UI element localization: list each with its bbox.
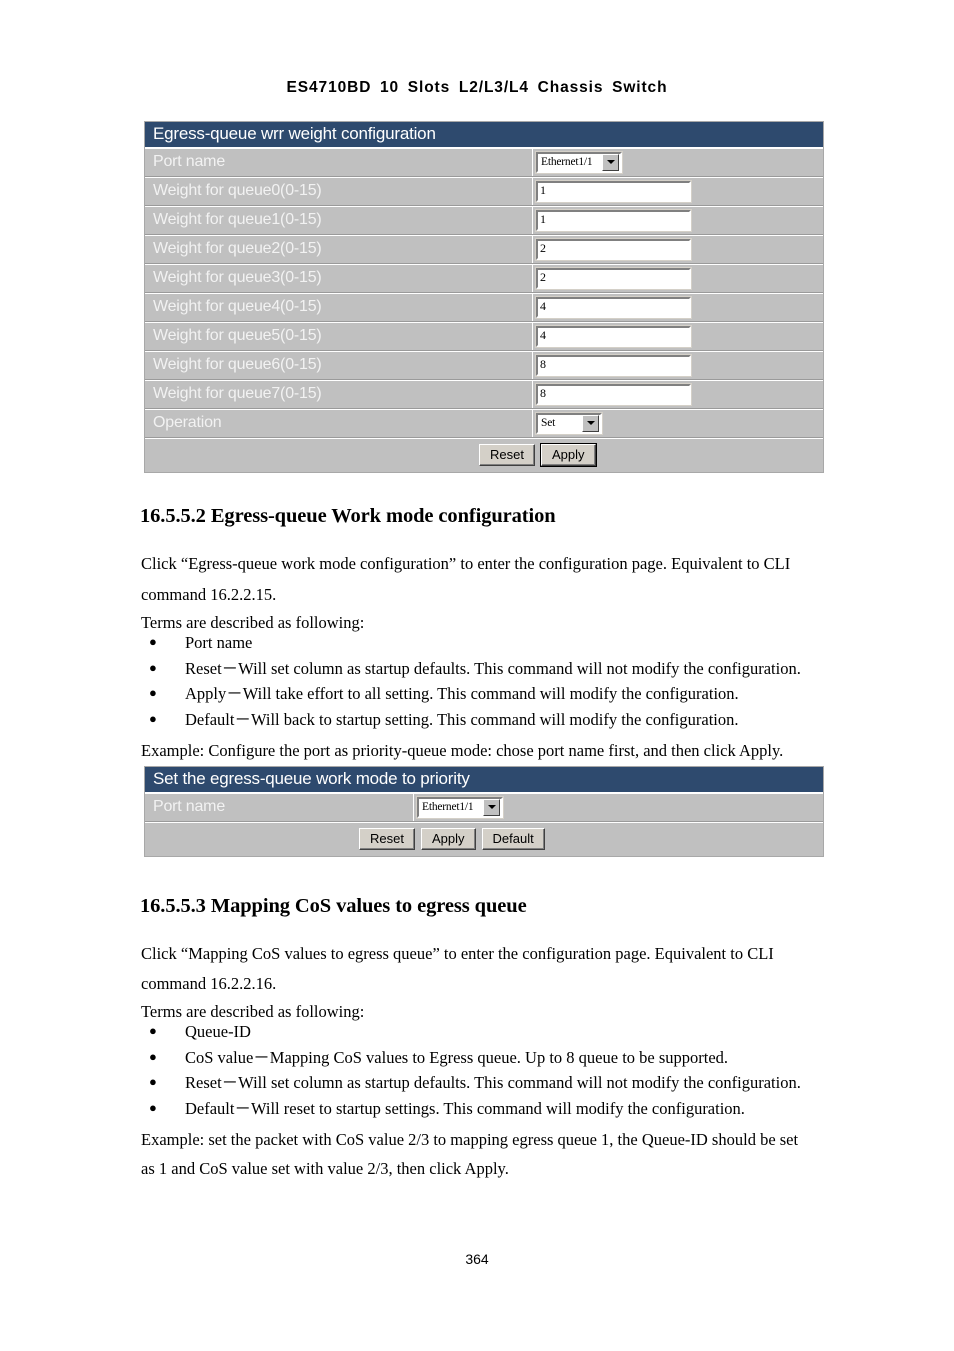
weight-queue0-input[interactable]: [535, 179, 692, 203]
list-item: Apply－Will take effort to all setting. T…: [141, 680, 831, 707]
operation-select[interactable]: Set: [535, 411, 603, 435]
list-item-text: Default－Will reset to startup settings. …: [185, 1098, 745, 1118]
chevron-down-icon[interactable]: [582, 414, 599, 432]
weight-queue7-input[interactable]: [535, 382, 692, 406]
workmode-button-bar: Reset Apply Default: [145, 821, 823, 856]
row-label-weight-queue5: Weight for queue5(0-15): [145, 322, 533, 350]
list-item: Reset－Will set column as startup default…: [141, 655, 831, 682]
row-label-weight-queue7: Weight for queue7(0-15): [145, 380, 533, 408]
row-label-weight-queue6: Weight for queue6(0-15): [145, 351, 533, 379]
list-item: Queue-ID: [141, 1018, 841, 1045]
table-row: Weight for queue4(0-15): [145, 292, 823, 322]
table-row: Weight for queue2(0-15): [145, 234, 823, 264]
table-row: Port name Ethernet1/1: [145, 792, 823, 822]
list-item-text: CoS value－Mapping CoS values to Egress q…: [185, 1047, 729, 1067]
row-value-weight-queue3: [533, 264, 823, 292]
row-value-weight-queue7: [533, 380, 823, 408]
row-value-port-name: Ethernet1/1: [414, 793, 823, 821]
list-item-text: Default－Will back to startup setting. Th…: [185, 709, 739, 729]
list-item: Port name: [141, 629, 831, 656]
list-item: Reset－Will set column as startup default…: [141, 1069, 841, 1096]
table-row: Weight for queue3(0-15): [145, 263, 823, 293]
egress-queue-work-mode-panel: Set the egress-queue work mode to priori…: [144, 766, 824, 857]
section-3-bullet-list: Queue-ID CoS value－Mapping CoS values to…: [141, 1018, 841, 1122]
list-item-text: Port name: [185, 633, 253, 652]
panel-title-workmode: Set the egress-queue work mode to priori…: [145, 767, 823, 793]
page-title-section-16-5-5-3: 16.5.5.3 Mapping CoS values to egress qu…: [140, 895, 527, 917]
section-2-intro-line-2: command 16.2.2.15.: [141, 585, 277, 604]
apply-button[interactable]: Apply: [420, 827, 476, 850]
section-3-example-line-2: as 1 and CoS value set with value 2/3, t…: [141, 1159, 509, 1178]
list-item: Default－Will reset to startup settings. …: [141, 1095, 841, 1122]
table-row: Weight for queue6(0-15): [145, 350, 823, 380]
list-item-text: Reset－Will set column as startup default…: [185, 1073, 801, 1092]
port-name-select-value: Ethernet1/1: [541, 156, 593, 169]
row-value-weight-queue5: [533, 322, 823, 350]
table-row: Weight for queue5(0-15): [145, 321, 823, 351]
row-label-weight-queue3: Weight for queue3(0-15): [145, 264, 533, 292]
weight-queue6-input[interactable]: [535, 353, 692, 377]
row-label-weight-queue4: Weight for queue4(0-15): [145, 293, 533, 321]
page-title-section-16-5-5-2: 16.5.5.2 Egress-queue Work mode configur…: [140, 505, 556, 527]
row-label-weight-queue2: Weight for queue2(0-15): [145, 235, 533, 263]
row-value-weight-queue6: [533, 351, 823, 379]
row-label-operation: Operation: [145, 409, 533, 437]
section-3-intro-line-1: Click “Mapping CoS values to egress queu…: [141, 944, 774, 963]
chevron-down-icon[interactable]: [602, 153, 619, 171]
table-row: Weight for queue0(0-15): [145, 176, 823, 206]
row-value-operation: Set: [533, 409, 823, 437]
weight-queue1-input[interactable]: [535, 208, 692, 232]
row-value-weight-queue0: [533, 177, 823, 205]
row-value-weight-queue2: [533, 235, 823, 263]
row-label-weight-queue1: Weight for queue1(0-15): [145, 206, 533, 234]
list-item-text: Reset－Will set column as startup default…: [185, 658, 801, 678]
table-row: Weight for queue1(0-15): [145, 205, 823, 235]
default-button[interactable]: Default: [481, 827, 545, 850]
row-label-port-name: Port name: [145, 793, 414, 821]
row-label-port-name: Port name: [145, 148, 533, 176]
table-row: Weight for queue7(0-15): [145, 379, 823, 409]
document-page: ES4710BD 10 Slots L2/L3/L4 Chassis Switc…: [0, 0, 954, 1351]
section-2-example: Example: Configure the port as priority-…: [141, 741, 784, 760]
reset-button[interactable]: Reset: [359, 827, 415, 850]
page-number: 364: [465, 1251, 489, 1267]
wrr-button-bar: Reset Apply: [145, 437, 823, 472]
section-3-example-line-1: Example: set the packet with CoS value 2…: [141, 1130, 799, 1149]
table-row: Operation Set: [145, 408, 823, 438]
chevron-down-icon[interactable]: [483, 798, 500, 816]
operation-select-value: Set: [541, 417, 556, 430]
row-value-weight-queue1: [533, 206, 823, 234]
running-header: ES4710BD 10 Slots L2/L3/L4 Chassis Switc…: [286, 79, 668, 96]
row-value-port-name: Ethernet1/1: [533, 148, 823, 176]
section-2-bullet-list: Port name Reset－Will set column as start…: [141, 629, 831, 733]
weight-queue3-input[interactable]: [535, 266, 692, 290]
list-item: Default－Will back to startup setting. Th…: [141, 706, 831, 733]
reset-button[interactable]: Reset: [479, 443, 535, 466]
row-label-weight-queue0: Weight for queue0(0-15): [145, 177, 533, 205]
section-3-intro-line-2: command 16.2.2.16.: [141, 974, 277, 993]
list-item-text: Apply－Will take effort to all setting. T…: [185, 684, 739, 703]
port-name-select[interactable]: Ethernet1/1: [535, 150, 623, 174]
weight-queue4-input[interactable]: [535, 295, 692, 319]
list-item-text: Queue-ID: [185, 1022, 251, 1041]
egress-queue-wrr-weight-configuration-panel: Egress-queue wrr weight configuration Po…: [144, 121, 824, 473]
port-name-select-value: Ethernet1/1: [422, 801, 474, 814]
port-name-select[interactable]: Ethernet1/1: [416, 795, 504, 819]
row-value-weight-queue4: [533, 293, 823, 321]
weight-queue2-input[interactable]: [535, 237, 692, 261]
weight-queue5-input[interactable]: [535, 324, 692, 348]
apply-button[interactable]: Apply: [539, 442, 597, 467]
table-row: Port name Ethernet1/1: [145, 147, 823, 177]
panel-title-wrr: Egress-queue wrr weight configuration: [145, 122, 823, 148]
section-2-intro-line-1: Click “Egress-queue work mode configurat…: [141, 554, 791, 573]
list-item: CoS value－Mapping CoS values to Egress q…: [141, 1044, 841, 1071]
